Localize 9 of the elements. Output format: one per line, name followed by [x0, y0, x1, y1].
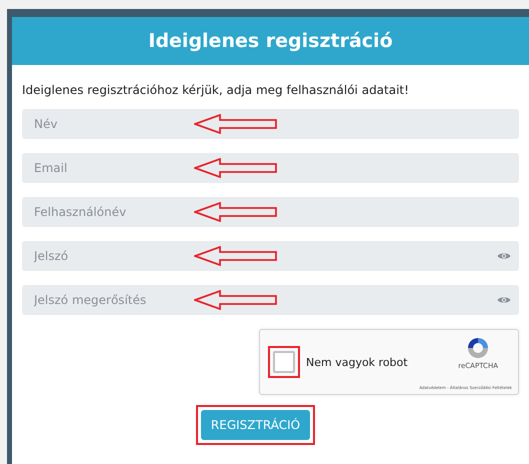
checkbox[interactable]: [273, 351, 295, 373]
input-field[interactable]: Név: [22, 109, 519, 139]
input-field[interactable]: Felhasználónév: [22, 197, 519, 227]
card-header: Ideiglenes regisztráció: [12, 17, 529, 65]
eye-icon[interactable]: [497, 295, 511, 305]
checkbox-label: Nem vagyok robot: [306, 356, 408, 368]
input-field[interactable]: Email: [22, 153, 519, 183]
intro-text: Ideiglenes regisztrációhoz kérjük, adja meg felhasználói adatait!: [22, 83, 410, 97]
eye-icon[interactable]: [497, 251, 511, 261]
